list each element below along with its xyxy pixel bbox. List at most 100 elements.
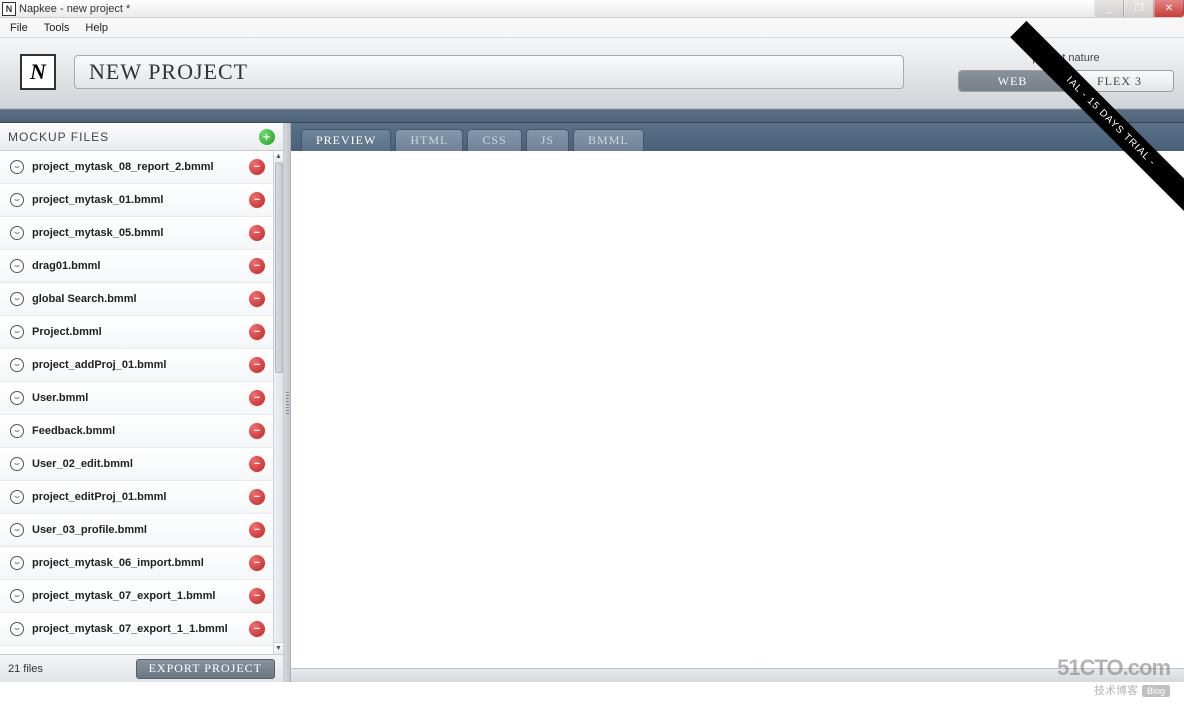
smiley-icon: ⌣ (10, 457, 24, 471)
file-row[interactable]: ⌣ User.bmml− (0, 382, 273, 415)
file-row[interactable]: ⌣ project_mytask_07_export_1.bmml− (0, 580, 273, 613)
file-row[interactable]: ⌣ project_mytask_05.bmml− (0, 217, 273, 250)
file-name: project_mytask_07_export_1_1.bmml (32, 623, 249, 635)
sidebar: MOCKUP FILES + ⌣ project_mytask_08_report… (0, 123, 284, 682)
watermark-badge: Blog (1142, 685, 1170, 697)
scroll-thumb[interactable] (275, 163, 283, 373)
workarea: MOCKUP FILES + ⌣ project_mytask_08_report… (0, 123, 1184, 682)
smiley-icon: ⌣ (10, 226, 24, 240)
remove-file-button[interactable]: − (249, 390, 265, 406)
sidebar-heading: MOCKUP FILES (8, 130, 109, 144)
file-row[interactable]: ⌣ User_02_edit.bmml− (0, 448, 273, 481)
file-name: project_mytask_07_export_1.bmml (32, 590, 249, 602)
remove-file-button[interactable]: − (249, 225, 265, 241)
remove-file-button[interactable]: − (249, 423, 265, 439)
maximize-button[interactable]: ❐ (1124, 0, 1154, 17)
scroll-down-icon[interactable]: ▼ (274, 642, 284, 654)
file-name: User_03_profile.bmml (32, 524, 249, 536)
smiley-icon: ⌣ (10, 259, 24, 273)
file-row[interactable]: ⌣ project_mytask_01.bmml− (0, 184, 273, 217)
file-name: Feedback.bmml (32, 425, 249, 437)
smiley-icon: ⌣ (10, 292, 24, 306)
sidebar-footer: 21 files EXPORT PROJECT (0, 654, 283, 682)
smiley-icon: ⌣ (10, 556, 24, 570)
remove-file-button[interactable]: − (249, 159, 265, 175)
remove-file-button[interactable]: − (249, 522, 265, 538)
app-icon: N (2, 2, 16, 16)
file-row[interactable]: ⌣ Project.bmml− (0, 316, 273, 349)
splitter[interactable] (284, 123, 291, 682)
preview-pane: PREVIEW HTML CSS JS BMML (291, 123, 1184, 682)
file-row[interactable]: ⌣ Feedback.bmml− (0, 415, 273, 448)
file-row[interactable]: ⌣ project_editProj_01.bmml− (0, 481, 273, 514)
smiley-icon: ⌣ (10, 622, 24, 636)
window-title: Napkee - new project * (19, 3, 130, 15)
file-row[interactable]: ⌣ User_03_profile.bmml− (0, 514, 273, 547)
project-title-input[interactable] (74, 55, 904, 89)
smiley-icon: ⌣ (10, 193, 24, 207)
remove-file-button[interactable]: − (249, 258, 265, 274)
tab-preview[interactable]: PREVIEW (301, 129, 391, 151)
watermark-line2: 技术博客 (1094, 685, 1138, 697)
file-name: project_editProj_01.bmml (32, 491, 249, 503)
output-tabs: PREVIEW HTML CSS JS BMML (291, 123, 1184, 151)
file-name: global Search.bmml (32, 293, 249, 305)
remove-file-button[interactable]: − (249, 324, 265, 340)
file-row[interactable]: ⌣ project_mytask_07_export_1_1.bmml− (0, 613, 273, 646)
close-button[interactable]: ✕ (1154, 0, 1184, 17)
minimize-button[interactable]: _ (1094, 0, 1124, 17)
tab-css[interactable]: CSS (467, 129, 521, 151)
file-name: project_mytask_01.bmml (32, 194, 249, 206)
tab-js[interactable]: JS (526, 129, 569, 151)
remove-file-button[interactable]: − (249, 192, 265, 208)
file-count: 21 files (8, 663, 43, 675)
file-row[interactable]: ⌣ global Search.bmml− (0, 283, 273, 316)
file-name: project_mytask_06_import.bmml (32, 557, 249, 569)
remove-file-button[interactable]: − (249, 357, 265, 373)
file-name: project_mytask_05.bmml (32, 227, 249, 239)
menu-file[interactable]: File (2, 20, 36, 36)
remove-file-button[interactable]: − (249, 291, 265, 307)
export-project-button[interactable]: EXPORT PROJECT (136, 659, 275, 679)
remove-file-button[interactable]: − (249, 555, 265, 571)
file-row[interactable]: ⌣ project_mytask_06_import.bmml− (0, 547, 273, 580)
remove-file-button[interactable]: − (249, 489, 265, 505)
menu-tools[interactable]: Tools (36, 20, 78, 36)
file-name: User_02_edit.bmml (32, 458, 249, 470)
smiley-icon: ⌣ (10, 589, 24, 603)
tab-html[interactable]: HTML (395, 129, 463, 151)
file-name: Project.bmml (32, 326, 249, 338)
file-name: project_addProj_01.bmml (32, 359, 249, 371)
file-name: project_mytask_08_report_2.bmml (32, 161, 249, 173)
menubar: File Tools Help (0, 18, 1184, 38)
splitter-grip-icon (286, 392, 289, 414)
smiley-icon: ⌣ (10, 160, 24, 174)
scrollbar[interactable]: ▲ ▼ (273, 151, 283, 654)
titlebar: N Napkee - new project * _ ❐ ✕ (0, 0, 1184, 18)
preview-body (291, 151, 1184, 668)
preview-footer (291, 668, 1184, 682)
window-buttons: _ ❐ ✕ (1094, 0, 1184, 17)
smiley-icon: ⌣ (10, 391, 24, 405)
logo-icon: N (20, 54, 56, 90)
file-row[interactable]: ⌣ drag01.bmml− (0, 250, 273, 283)
remove-file-button[interactable]: − (249, 456, 265, 472)
smiley-icon: ⌣ (10, 523, 24, 537)
remove-file-button[interactable]: − (249, 621, 265, 637)
scroll-up-icon[interactable]: ▲ (274, 151, 284, 163)
file-name: User.bmml (32, 392, 249, 404)
tab-bmml[interactable]: BMML (573, 129, 644, 151)
smiley-icon: ⌣ (10, 358, 24, 372)
add-file-button[interactable]: + (259, 129, 275, 145)
remove-file-button[interactable]: − (249, 588, 265, 604)
sidebar-header: MOCKUP FILES + (0, 123, 283, 151)
file-name: drag01.bmml (32, 260, 249, 272)
smiley-icon: ⌣ (10, 325, 24, 339)
file-row[interactable]: ⌣ project_addProj_01.bmml− (0, 349, 273, 382)
smiley-icon: ⌣ (10, 490, 24, 504)
subheader-strip (0, 109, 1184, 123)
file-row[interactable]: ⌣ project_mytask_08_report_2.bmml− (0, 151, 273, 184)
menu-help[interactable]: Help (77, 20, 116, 36)
smiley-icon: ⌣ (10, 424, 24, 438)
header: N project nature WEB FLEX 3 (0, 38, 1184, 109)
